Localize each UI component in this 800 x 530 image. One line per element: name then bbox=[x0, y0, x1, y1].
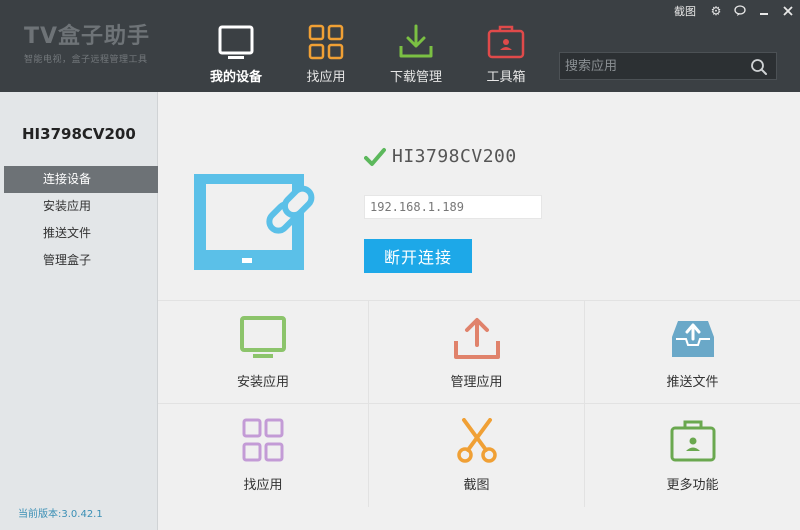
nav-label: 下载管理 bbox=[389, 70, 442, 85]
grid-apps-icon bbox=[242, 418, 284, 462]
minimize-icon[interactable] bbox=[752, 0, 776, 22]
nav-find-apps[interactable]: 找应用 bbox=[284, 0, 368, 92]
grid-apps-icon bbox=[308, 24, 344, 60]
action-find-apps[interactable]: 找应用 bbox=[158, 404, 369, 507]
monitor-icon bbox=[240, 316, 286, 358]
download-icon bbox=[399, 24, 433, 58]
disconnect-button[interactable]: 断开连接 bbox=[364, 239, 472, 273]
action-label: 截图 bbox=[463, 478, 490, 493]
version-label: 当前版本:3.0.42.1 bbox=[18, 509, 103, 520]
connected-device-name: HI3798CV200 bbox=[392, 146, 517, 167]
action-manage-apps[interactable]: 管理应用 bbox=[369, 301, 585, 404]
window-controls: 截图 ⚙ bbox=[666, 0, 800, 22]
app-logo: TV盒子助手 智能电视，盒子远程管理工具 bbox=[24, 18, 150, 65]
close-icon[interactable] bbox=[776, 0, 800, 22]
check-icon bbox=[364, 147, 386, 166]
ip-address-field: 192.168.1.189 bbox=[364, 195, 542, 219]
action-screenshot[interactable]: 截图 bbox=[369, 404, 585, 507]
screenshot-button[interactable]: 截图 bbox=[666, 3, 704, 19]
sidebar-item-connect-device[interactable]: 连接设备 bbox=[4, 166, 158, 193]
search-input[interactable] bbox=[560, 53, 740, 79]
app-header: TV盒子助手 智能电视，盒子远程管理工具 我的设备 找应用 下载管理 工具箱 截… bbox=[0, 0, 800, 92]
nav-label: 我的设备 bbox=[209, 70, 262, 85]
action-install-app[interactable]: 安装应用 bbox=[158, 301, 369, 404]
nav-label: 工具箱 bbox=[486, 70, 526, 85]
inbox-upload-icon bbox=[671, 321, 714, 357]
sidebar-item-manage-box[interactable]: 管理盒子 bbox=[4, 247, 158, 274]
action-label: 找应用 bbox=[243, 478, 283, 493]
tv-screen-icon bbox=[218, 25, 254, 59]
connected-device-icon bbox=[194, 174, 315, 270]
feedback-icon[interactable] bbox=[728, 0, 752, 22]
sidebar-item-push-file[interactable]: 推送文件 bbox=[4, 220, 158, 247]
upload-icon bbox=[453, 318, 500, 359]
scissors-icon bbox=[456, 418, 497, 463]
nav-toolbox[interactable]: 工具箱 bbox=[464, 0, 548, 92]
logo-title: TV盒子助手 bbox=[24, 24, 151, 49]
connection-status: HI3798CV200 bbox=[364, 146, 517, 167]
sidebar: HI3798CV200 连接设备 安装应用 推送文件 管理盒子 当前版本:3.0… bbox=[0, 92, 158, 530]
settings-icon[interactable]: ⚙ bbox=[704, 0, 728, 22]
sidebar-item-install-app[interactable]: 安装应用 bbox=[4, 193, 158, 220]
toolbox-icon bbox=[670, 420, 715, 462]
search-box bbox=[559, 52, 777, 80]
main-panel: HI3798CV200 192.168.1.189 断开连接 安装应用 管理应用 bbox=[158, 92, 800, 530]
action-grid: 安装应用 管理应用 推送文件 找应用 截图 更多功能 bbox=[158, 300, 800, 530]
nav-my-devices[interactable]: 我的设备 bbox=[194, 0, 278, 92]
toolbox-icon bbox=[487, 25, 525, 59]
action-label: 安装应用 bbox=[236, 375, 289, 390]
logo-subtitle: 智能电视，盒子远程管理工具 bbox=[24, 55, 148, 65]
nav-download-manager[interactable]: 下载管理 bbox=[374, 0, 458, 92]
action-label: 更多功能 bbox=[666, 478, 719, 493]
action-label: 推送文件 bbox=[666, 375, 719, 390]
sidebar-menu: 连接设备 安装应用 推送文件 管理盒子 bbox=[4, 166, 158, 274]
action-label: 管理应用 bbox=[450, 375, 503, 390]
device-name: HI3798CV200 bbox=[22, 125, 136, 143]
action-more-features[interactable]: 更多功能 bbox=[585, 404, 800, 507]
action-push-file[interactable]: 推送文件 bbox=[585, 301, 800, 404]
search-icon[interactable] bbox=[750, 58, 768, 76]
nav-label: 找应用 bbox=[306, 70, 346, 85]
